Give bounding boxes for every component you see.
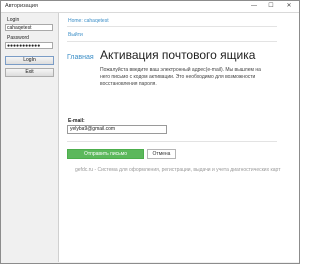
close-icon[interactable]: ✕ bbox=[281, 2, 297, 10]
home-link[interactable]: Home: cahaqetest bbox=[68, 18, 109, 24]
window-title: Авторизация bbox=[5, 3, 38, 9]
page-description: Пожалуйста введите ваш электронный адрес… bbox=[100, 67, 261, 87]
footer-text: gefdc.ru - Система для оформления, регис… bbox=[75, 167, 281, 173]
password-label: Password bbox=[7, 35, 29, 41]
exit-button[interactable]: Exit bbox=[5, 68, 54, 77]
minimize-icon[interactable]: — bbox=[247, 2, 261, 10]
divider bbox=[67, 141, 277, 142]
login-button[interactable]: LogIn bbox=[5, 56, 54, 65]
login-label: Login bbox=[7, 17, 20, 23]
send-email-button[interactable]: Отправить письмо bbox=[67, 149, 144, 159]
window-controls: — ☐ ✕ bbox=[247, 2, 297, 10]
divider bbox=[67, 26, 277, 27]
logout-link[interactable]: Выйти bbox=[68, 32, 83, 38]
password-input[interactable]: ●●●●●●●●●●● bbox=[5, 42, 53, 49]
app-window: Авторизация — ☐ ✕ Login cahaqetest Passw… bbox=[0, 0, 300, 264]
title-bar: Авторизация — ☐ ✕ bbox=[1, 1, 299, 13]
cancel-button[interactable]: Отмена bbox=[147, 149, 176, 159]
breadcrumb-home[interactable]: Главная bbox=[67, 54, 94, 61]
maximize-icon[interactable]: ☐ bbox=[264, 2, 278, 10]
email-input[interactable]: yelyba9@gmail.com bbox=[67, 125, 167, 134]
login-input[interactable]: cahaqetest bbox=[5, 24, 53, 31]
login-panel: Login cahaqetest Password ●●●●●●●●●●● Lo… bbox=[3, 14, 57, 260]
web-content: Home: cahaqetest Выйти Главная Активация… bbox=[58, 13, 299, 262]
email-label: E-mail: bbox=[68, 118, 85, 124]
page-title: Активация почтового ящика bbox=[100, 48, 256, 62]
divider bbox=[67, 41, 277, 42]
